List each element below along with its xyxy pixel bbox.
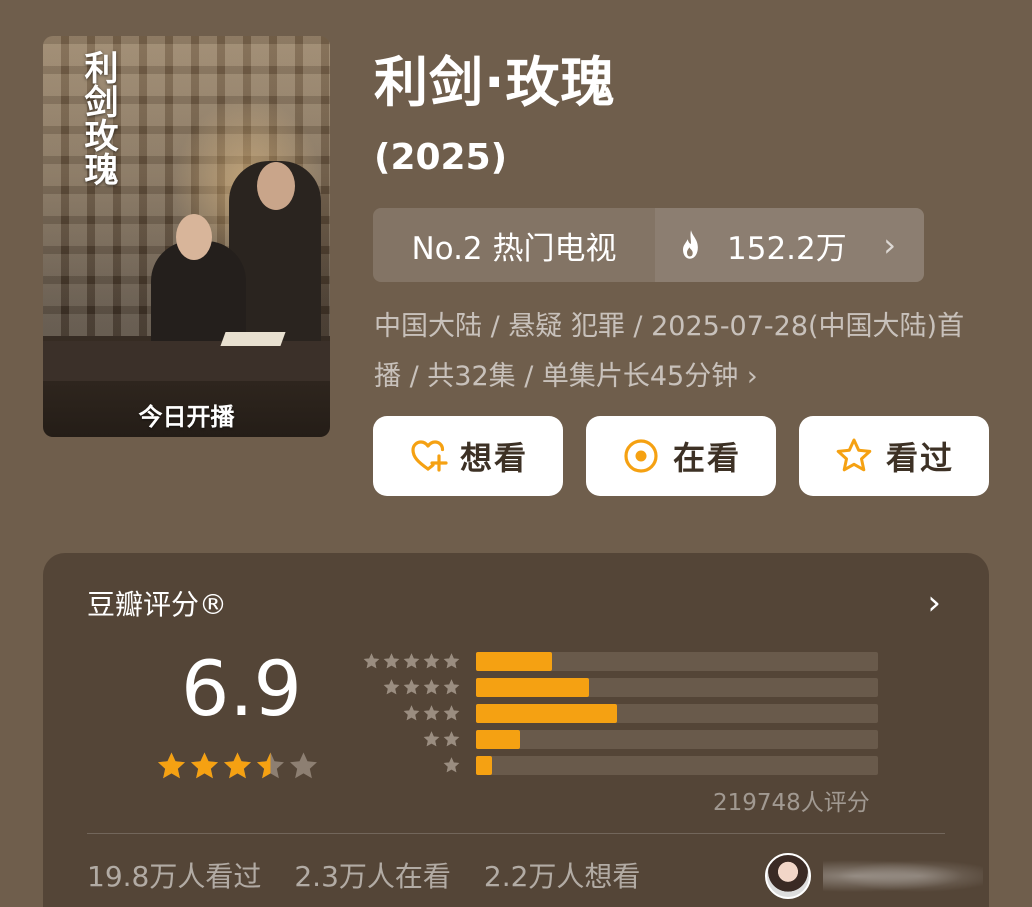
fire-icon xyxy=(683,230,698,259)
rating-row-3-star xyxy=(361,700,878,726)
small-star-icon xyxy=(443,678,460,694)
rating-distribution xyxy=(361,648,878,778)
release-year: (2025) xyxy=(374,137,508,178)
small-star-icon xyxy=(423,730,440,746)
poster-desk xyxy=(43,341,330,381)
heart-plus-icon xyxy=(411,440,448,472)
heat-value: 152.2万 xyxy=(727,230,847,267)
want-to-watch-button[interactable]: 想看 xyxy=(373,416,563,496)
poster-head-woman xyxy=(176,214,212,260)
star-icon xyxy=(224,752,251,779)
rating-bar-fill xyxy=(476,677,589,697)
poster-head-man xyxy=(257,162,295,210)
doing-label: 在看 xyxy=(672,439,741,477)
rating-bar-track xyxy=(476,677,878,697)
rating-score: 6.9 xyxy=(181,644,302,733)
rating-bar-track xyxy=(476,703,878,723)
small-star-icon xyxy=(423,652,440,668)
small-star-icon xyxy=(383,678,400,694)
page-title: 利剑·玫瑰 xyxy=(374,51,616,114)
rating-row-5-star xyxy=(361,648,878,674)
small-star-icon xyxy=(443,756,460,772)
done-label: 看过 xyxy=(885,439,954,477)
target-icon xyxy=(624,439,658,473)
small-star-icon xyxy=(423,678,440,694)
rating-title: 豆瓣评分® xyxy=(87,588,228,621)
row-stars xyxy=(361,730,461,749)
rank-label[interactable]: No.2 热门电视 xyxy=(373,208,655,282)
watching-button[interactable]: 在看 xyxy=(586,416,776,496)
rating-bar-track xyxy=(476,729,878,749)
poster[interactable]: 利剑玫瑰 今日开播 xyxy=(43,36,330,437)
star-icon xyxy=(290,752,317,779)
vote-count[interactable]: 219748人评分 xyxy=(713,783,870,817)
small-star-icon xyxy=(443,704,460,720)
chevron-right-icon: › xyxy=(883,226,896,264)
rating-bar-track xyxy=(476,651,878,671)
want-label: 想看 xyxy=(459,439,528,477)
show-meta[interactable]: 中国大陆 / 悬疑 犯罪 / 2025-07-28(中国大陆)首播 / 共32集… xyxy=(374,302,974,402)
poster-vertical-title: 利剑玫瑰 xyxy=(78,50,118,186)
small-star-icon xyxy=(403,652,420,668)
rating-bar-fill xyxy=(476,729,521,749)
avatar-trail xyxy=(823,857,983,895)
poster-banner: 今日开播 xyxy=(138,403,235,431)
poster-paper xyxy=(220,332,286,346)
rating-row-1-star xyxy=(361,752,878,778)
rating-bar-fill xyxy=(476,703,617,723)
watched-count[interactable]: 19.8万人看过 xyxy=(87,855,261,895)
rank-bar[interactable]: No.2 热门电视 152.2万 › xyxy=(373,208,924,282)
rating-chevron-icon[interactable]: › xyxy=(927,583,941,623)
row-stars xyxy=(361,678,461,697)
rating-bar-fill xyxy=(476,755,493,775)
want-count[interactable]: 2.2万人想看 xyxy=(484,855,641,895)
star-outline-icon xyxy=(836,438,872,472)
watching-count[interactable]: 2.3万人在看 xyxy=(294,855,451,895)
small-star-icon xyxy=(403,678,420,694)
small-star-icon xyxy=(443,652,460,668)
row-stars xyxy=(361,652,461,671)
row-stars xyxy=(361,704,461,723)
small-star-icon xyxy=(383,652,400,668)
avatar[interactable] xyxy=(765,853,811,899)
rating-bar-fill xyxy=(476,651,553,671)
star-icon xyxy=(158,752,185,779)
rating-card: 豆瓣评分® › 6.9 219748人评分 19.8万人看过 2.3万人在看 2… xyxy=(43,553,989,907)
row-stars xyxy=(361,756,461,775)
rating-row-2-star xyxy=(361,726,878,752)
small-star-icon xyxy=(403,704,420,720)
rating-stars xyxy=(155,750,320,783)
rating-bar-track xyxy=(476,755,878,775)
star-icon xyxy=(257,752,284,779)
divider xyxy=(87,833,945,834)
small-star-icon xyxy=(363,652,380,668)
heat-section[interactable]: 152.2万 › xyxy=(655,208,924,282)
small-star-icon xyxy=(443,730,460,746)
small-star-icon xyxy=(423,704,440,720)
watch-stats: 19.8万人看过 2.3万人在看 2.2万人想看 xyxy=(87,855,673,895)
movie-detail-page: 利剑玫瑰 今日开播 利剑·玫瑰 (2025) No.2 热门电视 152.2万 … xyxy=(0,0,1032,907)
rating-row-4-star xyxy=(361,674,878,700)
star-icon xyxy=(191,752,218,779)
watched-button[interactable]: 看过 xyxy=(799,416,989,496)
